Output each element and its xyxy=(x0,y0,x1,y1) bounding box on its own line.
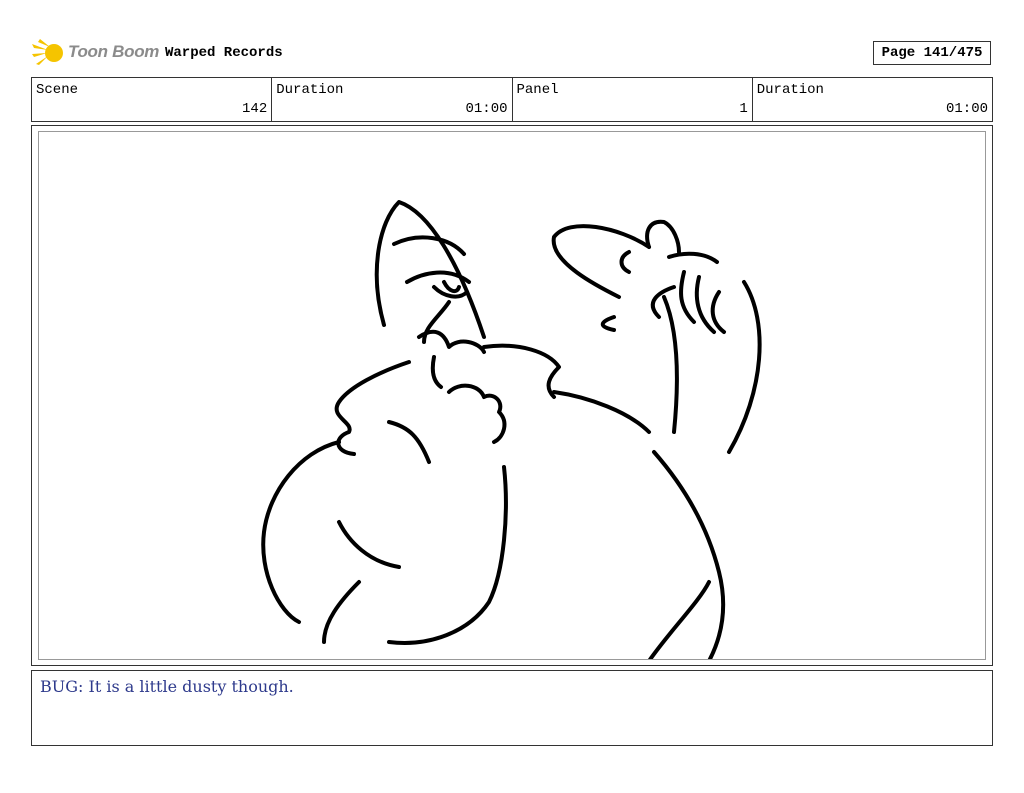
scene-value: 142 xyxy=(242,101,268,117)
panel-image-area xyxy=(38,131,986,660)
logo-text: Toon Boom xyxy=(68,42,160,61)
page-indicator: Page 141/475 xyxy=(873,41,991,65)
panel-value: 1 xyxy=(739,101,748,117)
storyboard-sketch xyxy=(261,200,762,659)
panel-cell: Panel 1 xyxy=(513,78,753,121)
scene-duration-cell: Duration 01:00 xyxy=(272,78,513,121)
panel-duration-value: 01:00 xyxy=(945,101,988,117)
scene-cell: Scene 142 xyxy=(32,78,273,121)
notes-box: BUG: It is a little dusty though. xyxy=(31,670,993,746)
dialogue-text: BUG: It is a little dusty though. xyxy=(40,677,294,696)
panel-duration-label: Duration xyxy=(756,82,824,98)
scene-label: Scene xyxy=(36,82,79,98)
panel-frame xyxy=(31,125,993,666)
panel-duration-cell: Duration 01:00 xyxy=(753,78,992,121)
starburst-icon xyxy=(32,39,63,65)
info-row: Scene 142 Duration 01:00 Panel 1 Duratio… xyxy=(31,77,993,122)
toon-boom-logo: Toon Boom xyxy=(32,38,160,68)
panel-label: Panel xyxy=(516,82,559,98)
scene-duration-value: 01:00 xyxy=(465,101,508,117)
project-title: Warped Records xyxy=(165,45,283,61)
scene-duration-label: Duration xyxy=(276,82,344,98)
